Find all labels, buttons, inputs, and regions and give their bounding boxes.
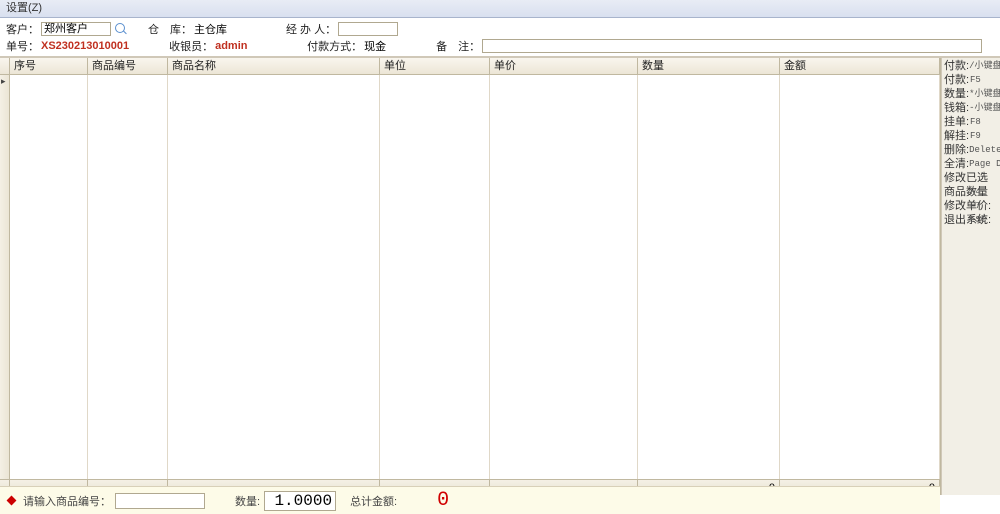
- qty-label: 数量:: [235, 493, 260, 509]
- column-header[interactable]: 序号: [10, 58, 88, 74]
- shortcut-row: 数量:*小键盘: [944, 88, 999, 102]
- customer-input[interactable]: 郑州客户: [41, 22, 111, 36]
- paymethod-value: 现金: [364, 38, 414, 54]
- column-header[interactable]: 商品编号: [88, 58, 168, 74]
- grid-body[interactable]: ▸: [0, 75, 940, 479]
- customer-label: 客户：: [6, 21, 39, 37]
- column-header[interactable]: 单位: [380, 58, 490, 74]
- shortcut-row: 退出系统:ESC: [944, 214, 999, 228]
- column-header[interactable]: 数量: [638, 58, 780, 74]
- total-value: 0: [437, 489, 449, 512]
- shortcut-row: 钱箱:-小键盘: [944, 102, 999, 116]
- shortcut-row: 付款:/小键盘: [944, 60, 999, 74]
- warehouse-value: 主仓库: [194, 21, 264, 37]
- grid-header: 序号商品编号商品名称单位单价数量金额: [0, 58, 940, 75]
- bottom-bar: 请输入商品编号： 数量: 1.0000 总计金额: 0: [0, 486, 940, 514]
- cashier-value: admin: [215, 40, 285, 52]
- diamond-icon: [7, 496, 17, 506]
- total-label: 总计金额:: [350, 493, 397, 509]
- grid-corner: [0, 58, 10, 74]
- shortcut-sidebar: 付款:/小键盘付款:F5数量:*小键盘钱箱:-小键盘挂单:F8解挂:F9删除:D…: [941, 58, 1000, 495]
- column-header[interactable]: 商品名称: [168, 58, 380, 74]
- orderno-label: 单号：: [6, 38, 39, 54]
- shortcut-row: 解挂:F9: [944, 130, 999, 144]
- remark-input[interactable]: [482, 39, 982, 53]
- orderno-value: XS230213010001: [41, 40, 129, 52]
- barcode-prompt: 请输入商品编号：: [23, 493, 111, 509]
- remark-label: 备 注：: [436, 38, 480, 54]
- column-header[interactable]: 单价: [490, 58, 638, 74]
- shortcut-row: 删除:Delete: [944, 144, 999, 158]
- menu-settings[interactable]: 设置(Z): [6, 2, 42, 14]
- grid-body-columns: [10, 75, 940, 479]
- new-row-marker-icon: ▸: [0, 75, 6, 87]
- cashier-label: 收银员：: [169, 38, 213, 54]
- warehouse-label: 仓 库：: [148, 21, 192, 37]
- qty-input[interactable]: 1.0000: [264, 491, 336, 511]
- data-grid[interactable]: 序号商品编号商品名称单位单价数量金额 ▸ 00: [0, 58, 941, 495]
- shortcut-row: 挂单:F8: [944, 116, 999, 130]
- shortcut-row: 付款:F5: [944, 74, 999, 88]
- paymethod-label: 付款方式：: [307, 38, 362, 54]
- menubar: 设置(Z): [0, 0, 1000, 18]
- shortcut-row: 修改单价:F7: [944, 200, 999, 214]
- shortcut-row: 全清:Page Down: [944, 158, 999, 172]
- row-header-column: ▸: [0, 75, 10, 479]
- barcode-input[interactable]: [115, 493, 205, 509]
- handler-label: 经 办 人：: [286, 21, 336, 37]
- column-header[interactable]: 金额: [780, 58, 940, 74]
- handler-input[interactable]: [338, 22, 398, 36]
- header-panel: 客户： 郑州客户 仓 库： 主仓库 经 办 人： 单号： XS230213010…: [0, 18, 1000, 57]
- search-icon[interactable]: [114, 22, 128, 36]
